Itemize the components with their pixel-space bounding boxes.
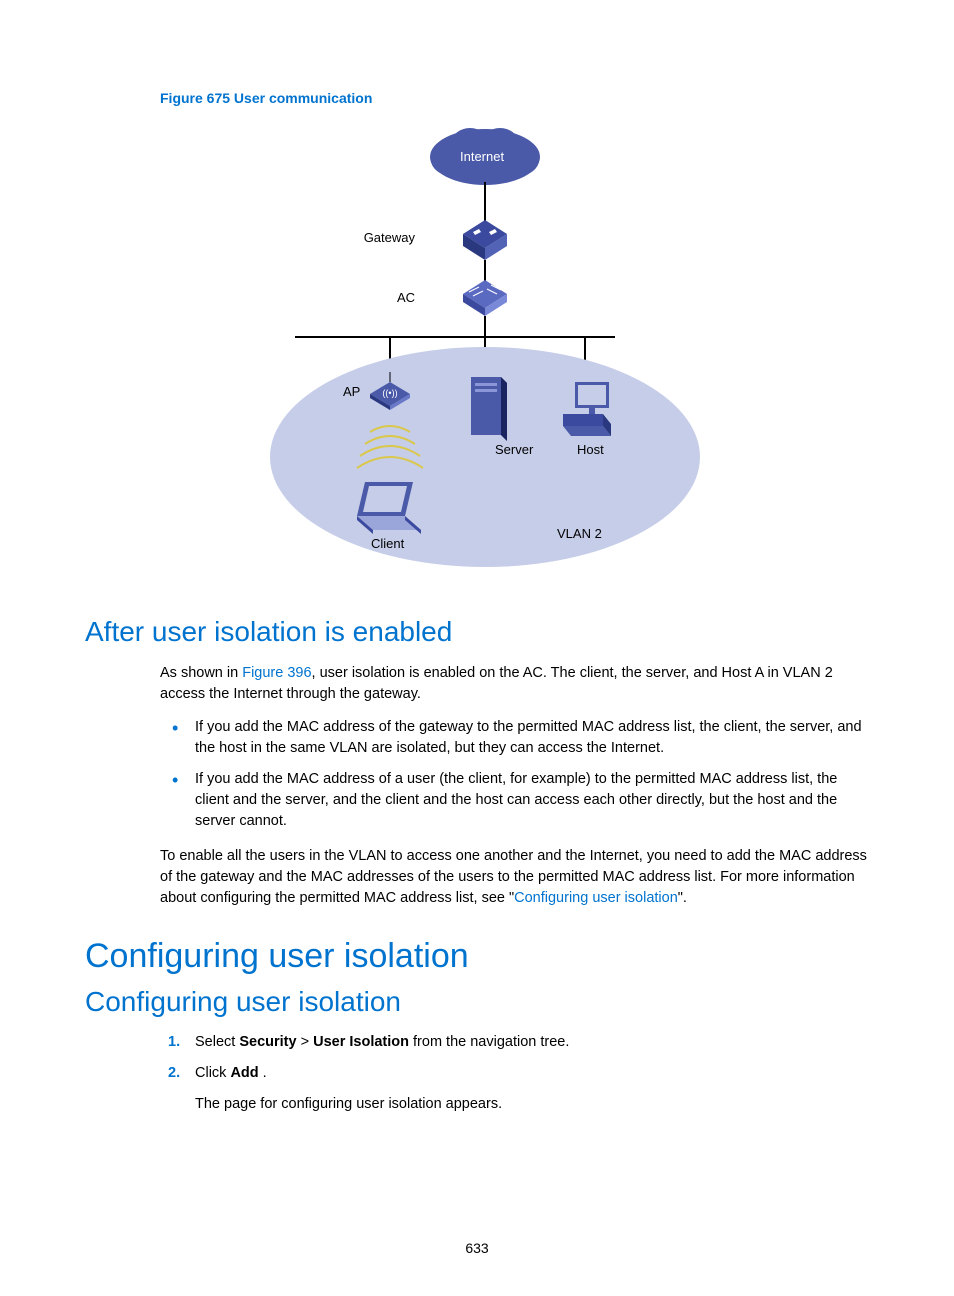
bullet-list: If you add the MAC address of the gatewa… <box>160 717 869 832</box>
label-ac: AC <box>397 290 415 305</box>
label-client: Client <box>371 536 404 551</box>
step-1: Select Security > User Isolation from th… <box>160 1032 869 1053</box>
text: Click <box>195 1065 230 1081</box>
text: Select <box>195 1034 239 1050</box>
step-2: Click Add . <box>160 1063 869 1084</box>
link-figure-396[interactable]: Figure 396 <box>242 665 311 681</box>
network-diagram: ((•)) <box>185 112 785 592</box>
svg-text:((•)): ((•)) <box>382 388 397 398</box>
add-button-label: Add <box>230 1065 258 1081</box>
list-item: If you add the MAC address of a user (th… <box>160 769 869 832</box>
heading-configuring-h1: Configuring user isolation <box>85 937 869 976</box>
link-configuring-user-isolation[interactable]: Configuring user isolation <box>514 890 678 906</box>
text: ". <box>678 890 687 906</box>
label-host: Host <box>577 442 604 457</box>
text: from the navigation tree. <box>409 1034 569 1050</box>
paragraph-intro: As shown in Figure 396, user isolation i… <box>160 663 869 705</box>
label-ap: AP <box>343 384 360 399</box>
label-server: Server <box>495 442 533 457</box>
text: > <box>297 1034 314 1050</box>
paragraph-enable-all: To enable all the users in the VLAN to a… <box>160 846 869 909</box>
nav-user-isolation: User Isolation <box>313 1034 409 1050</box>
text: . <box>259 1065 267 1081</box>
list-item: If you add the MAC address of the gatewa… <box>160 717 869 759</box>
label-vlan: VLAN 2 <box>557 526 602 541</box>
step-result: The page for configuring user isolation … <box>195 1094 869 1115</box>
label-internet: Internet <box>460 149 504 164</box>
figure-caption: Figure 675 User communication <box>160 90 869 106</box>
heading-after-isolation: After user isolation is enabled <box>85 616 869 648</box>
heading-configuring-h2: Configuring user isolation <box>85 986 869 1018</box>
nav-security: Security <box>239 1034 296 1050</box>
text: As shown in <box>160 665 242 681</box>
steps-list: Select Security > User Isolation from th… <box>160 1032 869 1084</box>
label-gateway: Gateway <box>364 230 415 245</box>
page-number: 633 <box>0 1240 954 1256</box>
